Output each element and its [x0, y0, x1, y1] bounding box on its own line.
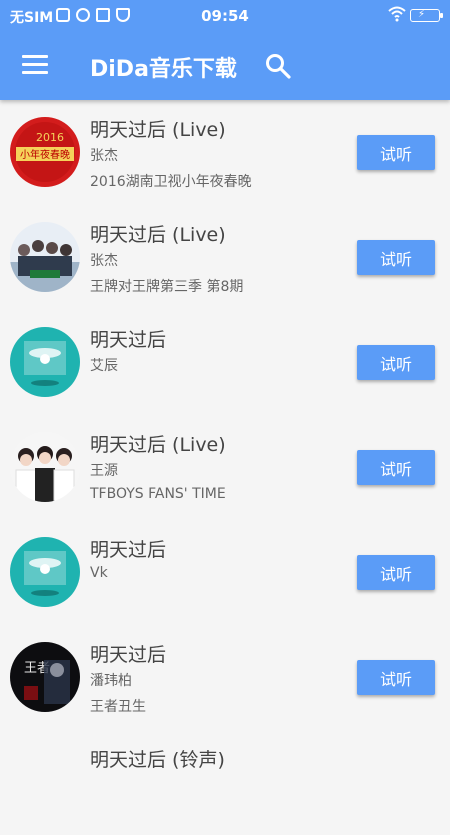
menu-button[interactable]: [22, 55, 48, 77]
list-item[interactable]: 小年夜春晚 2016 明天过后 (Live) 张杰 2016湖南卫视小年夜春晚 …: [0, 100, 450, 205]
list-item[interactable]: 明天过后 (Live) 张杰 王牌对王牌第三季 第8期 试听: [0, 205, 450, 310]
cover-image: 王者: [10, 642, 80, 712]
app-title: DiDa音乐下载: [90, 57, 237, 82]
svg-text:小年夜春晚: 小年夜春晚: [20, 148, 70, 161]
search-icon[interactable]: [264, 52, 292, 80]
list-item[interactable]: 明天过后 (Live) 王源 TFBOYS FANS' TIME 试听: [0, 415, 450, 520]
clock: 09:54: [201, 7, 249, 25]
preview-button[interactable]: 试听: [357, 345, 435, 380]
battery-icon: ⚡: [410, 9, 443, 22]
preview-button[interactable]: 试听: [357, 660, 435, 695]
album-name: 王者丑生: [90, 699, 146, 715]
artist-name: 艾辰: [90, 358, 118, 374]
song-title: 明天过后: [90, 329, 167, 351]
list-item[interactable]: 明天过后 艾辰 试听: [0, 310, 450, 415]
artist-name: 潘玮柏: [90, 673, 132, 689]
album-name: 王牌对王牌第三季 第8期: [90, 279, 244, 295]
cover-image: [10, 432, 80, 502]
cover-image: 小年夜春晚 2016: [10, 117, 80, 187]
song-title: 明天过后 (铃声): [90, 749, 225, 771]
list-item[interactable]: 明天过后 (铃声): [0, 730, 450, 835]
app-bar: 无SIM 09:54 ⚡ DiDa音乐下载: [0, 0, 450, 100]
preview-button[interactable]: 试听: [357, 240, 435, 275]
artist-name: Vk: [90, 565, 108, 581]
wifi-icon: [388, 6, 406, 22]
svg-text:2016: 2016: [36, 131, 64, 144]
artist-name: 张杰: [90, 253, 118, 269]
song-title: 明天过后 (Live): [90, 224, 226, 246]
song-title: 明天过后: [90, 644, 167, 666]
list-item[interactable]: 明天过后 Vk 试听: [0, 520, 450, 625]
song-title: 明天过后 (Live): [90, 434, 226, 456]
album-name: 2016湖南卫视小年夜春晚: [90, 174, 252, 190]
song-title: 明天过后: [90, 539, 167, 561]
cover-image: [10, 222, 80, 292]
song-title: 明天过后 (Live): [90, 119, 226, 141]
artist-name: 张杰: [90, 148, 118, 164]
list-item[interactable]: 王者 明天过后 潘玮柏 王者丑生 试听: [0, 625, 450, 730]
status-bar: 无SIM 09:54 ⚡: [0, 0, 450, 32]
preview-button[interactable]: 试听: [357, 450, 435, 485]
preview-button[interactable]: 试听: [357, 135, 435, 170]
song-list: 小年夜春晚 2016 明天过后 (Live) 张杰 2016湖南卫视小年夜春晚 …: [0, 100, 450, 835]
artist-name: 王源: [90, 463, 118, 479]
cover-image: [10, 537, 80, 607]
cover-image: [10, 327, 80, 397]
album-name: TFBOYS FANS' TIME: [90, 486, 226, 502]
preview-button[interactable]: 试听: [357, 555, 435, 590]
